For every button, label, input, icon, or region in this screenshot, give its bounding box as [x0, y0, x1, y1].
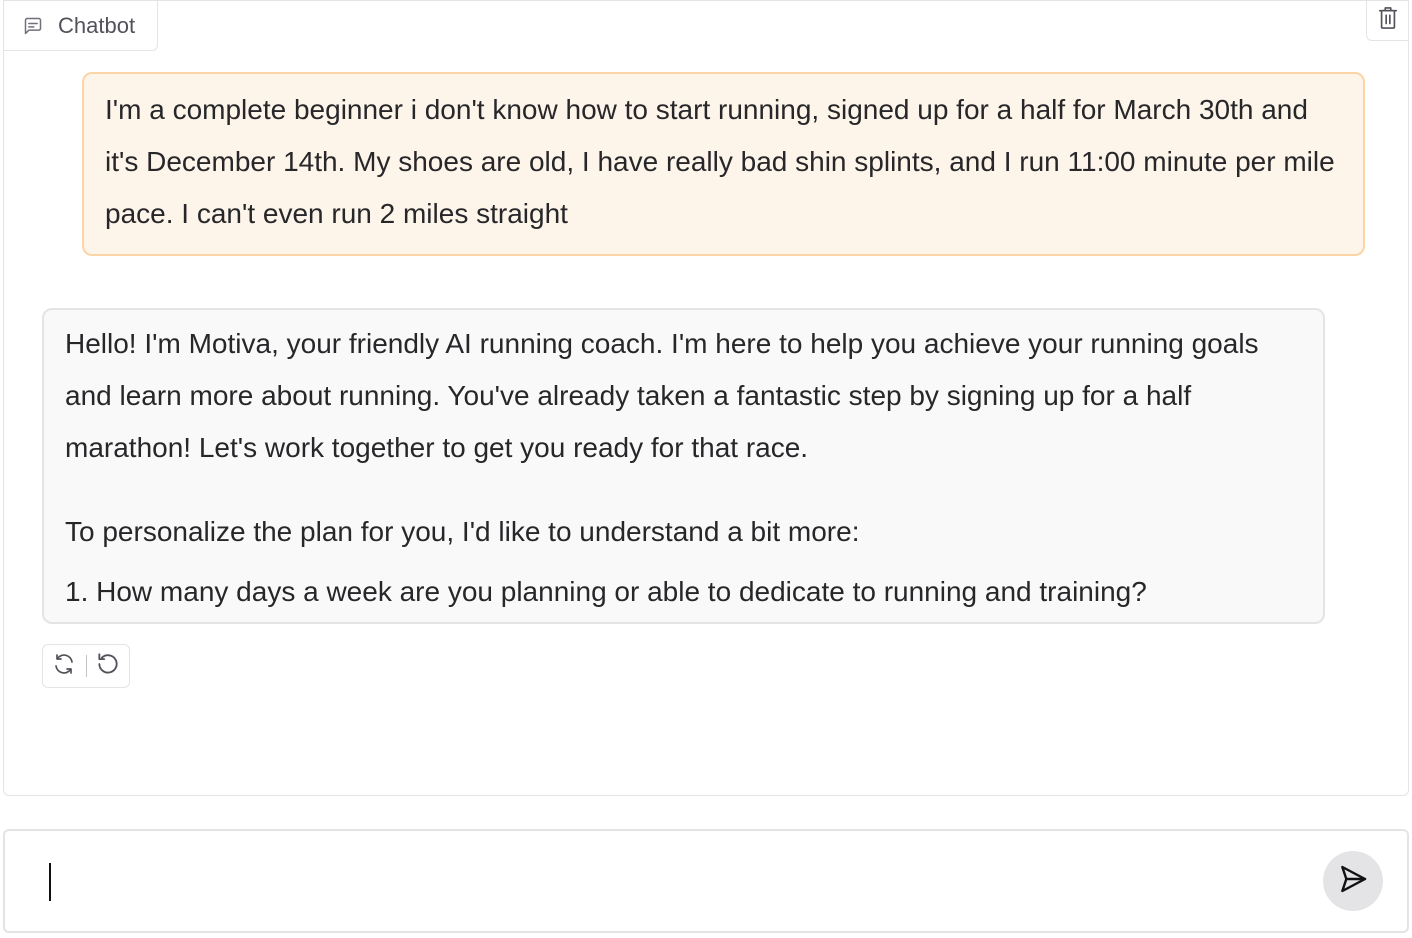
chatbot-label: Chatbot [4, 1, 158, 51]
message-actions [42, 644, 130, 688]
retry-button[interactable] [43, 645, 86, 687]
bot-message: Hello! I'm Motiva, your friendly AI runn… [42, 308, 1325, 624]
undo-button[interactable] [86, 645, 129, 687]
chatbot-label-text: Chatbot [58, 12, 136, 38]
text-caret [49, 863, 51, 901]
message-input[interactable] [39, 853, 1299, 909]
bot-message-list-item: 1. How many days a week are you planning… [65, 576, 1147, 607]
bot-message-paragraph: To personalize the plan for you, I'd lik… [65, 516, 860, 547]
undo-icon [95, 651, 121, 682]
bot-message-paragraph: Hello! I'm Motiva, your friendly AI runn… [65, 328, 1259, 463]
message-input-bar [3, 829, 1409, 933]
trash-icon [1377, 6, 1399, 35]
clear-chat-button[interactable] [1366, 1, 1408, 41]
user-message: I'm a complete beginner i don't know how… [82, 72, 1365, 256]
chat-bubble-icon [22, 15, 44, 37]
user-message-text: I'm a complete beginner i don't know how… [105, 94, 1335, 229]
retry-icon [52, 652, 76, 681]
send-button[interactable] [1323, 851, 1383, 911]
send-icon [1337, 863, 1369, 900]
